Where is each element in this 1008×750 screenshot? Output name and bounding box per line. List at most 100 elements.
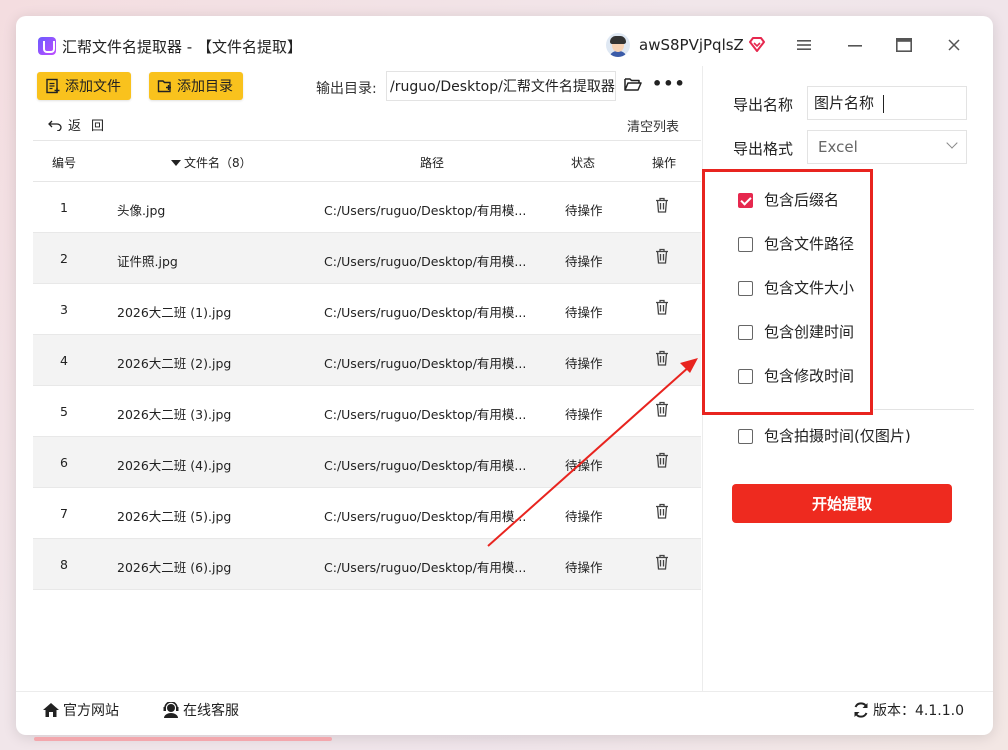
export-format-label: 导出格式 — [733, 140, 794, 158]
menu-button[interactable] — [789, 30, 819, 60]
row-status: 待操作 — [565, 407, 603, 422]
add-file-label: 添加文件 — [65, 79, 121, 95]
vip-diamond-icon[interactable] — [748, 36, 766, 54]
trash-icon — [656, 401, 668, 417]
maximize-button[interactable] — [889, 30, 919, 60]
row-status: 待操作 — [565, 356, 603, 371]
delete-row-button[interactable] — [655, 197, 669, 216]
official-website-link[interactable]: 官方网站 — [42, 700, 119, 720]
trash-icon — [656, 248, 668, 264]
home-icon — [43, 703, 59, 717]
delete-row-button[interactable] — [655, 248, 669, 267]
output-dir-field[interactable]: /ruguo/Desktop/汇帮文件名提取器 — [386, 71, 616, 101]
trash-icon — [656, 503, 668, 519]
export-format-select[interactable]: Excel — [807, 130, 967, 164]
row-number: 4 — [60, 353, 68, 368]
table-row[interactable]: 1 头像.jpg C:/Users/ruguo/Desktop/有用模... 待操作 — [33, 182, 701, 233]
add-directory-label: 添加目录 — [177, 79, 233, 95]
add-folder-icon — [157, 80, 171, 93]
export-name-input[interactable]: 图片名称 — [807, 86, 967, 120]
table-row[interactable]: 4 2026大二班 (2).jpg C:/Users/ruguo/Desktop/有… — [33, 335, 701, 386]
add-file-icon — [46, 78, 60, 94]
trash-icon — [656, 452, 668, 468]
close-button[interactable] — [939, 30, 969, 60]
options-separator — [874, 409, 974, 410]
row-status: 待操作 — [565, 509, 603, 524]
back-button[interactable]: 返回 — [48, 115, 114, 134]
support-agent-icon — [163, 702, 179, 718]
row-file-name: 证件照.jpg — [117, 254, 178, 269]
trash-icon — [656, 554, 668, 570]
table-row[interactable]: 6 2026大二班 (4).jpg C:/Users/ruguo/Desktop/有… — [33, 437, 701, 488]
delete-row-button[interactable] — [655, 299, 669, 318]
taskbar-indicator — [34, 737, 332, 741]
delete-row-button[interactable] — [655, 350, 669, 369]
add-file-button[interactable]: 添加文件 — [37, 72, 131, 100]
more-options-icon[interactable]: ••• — [652, 74, 686, 93]
app-window: 汇帮文件名提取器 - 【文件名提取】 awS8PVjPqlsZ 添加文件 添加目… — [16, 16, 993, 735]
start-extract-button[interactable]: 开始提取 — [732, 484, 952, 523]
row-number: 3 — [60, 302, 68, 317]
table-body: 1 头像.jpg C:/Users/ruguo/Desktop/有用模... 待操作 2… — [33, 182, 701, 590]
output-dir-label: 输出目录: — [316, 81, 377, 97]
row-file-path: C:/Users/ruguo/Desktop/有用模... — [324, 254, 527, 269]
row-file-name: 2026大二班 (5).jpg — [117, 509, 232, 524]
row-status: 待操作 — [565, 203, 603, 218]
header-name[interactable]: 文件名（8） — [171, 154, 252, 171]
row-file-path: C:/Users/ruguo/Desktop/有用模... — [324, 356, 527, 371]
delete-row-button[interactable] — [655, 401, 669, 420]
open-folder-icon[interactable] — [624, 77, 642, 92]
online-support-link[interactable]: 在线客服 — [162, 700, 239, 720]
trash-icon — [656, 299, 668, 315]
table-row[interactable]: 2 证件照.jpg C:/Users/ruguo/Desktop/有用模... 待操作 — [33, 233, 701, 284]
delete-row-button[interactable] — [655, 452, 669, 471]
title-bar: 汇帮文件名提取器 - 【文件名提取】 awS8PVjPqlsZ — [16, 16, 993, 72]
header-status: 状态 — [571, 156, 596, 170]
username[interactable]: awS8PVjPqlsZ — [639, 36, 744, 54]
option-label[interactable]: 包含拍摄时间(仅图片) — [764, 425, 911, 446]
minimize-icon — [848, 45, 862, 47]
sort-down-icon — [171, 160, 181, 166]
checkbox[interactable] — [738, 429, 753, 444]
row-file-name: 2026大二班 (2).jpg — [117, 356, 232, 371]
window-title: 汇帮文件名提取器 - 【文件名提取】 — [62, 38, 302, 56]
row-number: 6 — [60, 455, 68, 470]
minimize-button[interactable] — [840, 30, 870, 60]
delete-row-button[interactable] — [655, 554, 669, 573]
close-icon — [948, 39, 960, 51]
clear-list-button[interactable]: 清空列表 — [627, 116, 679, 135]
row-status: 待操作 — [565, 458, 603, 473]
row-status: 待操作 — [565, 560, 603, 575]
row-file-path: C:/Users/ruguo/Desktop/有用模... — [324, 560, 527, 575]
row-file-name: 头像.jpg — [117, 203, 166, 218]
version-info[interactable]: 版本：4.1.1.0 — [852, 700, 964, 720]
export-name-label: 导出名称 — [733, 96, 794, 114]
annotation-highlight-box — [702, 169, 873, 415]
footer-divider — [16, 691, 993, 692]
row-number: 2 — [60, 251, 68, 266]
menu-icon — [797, 40, 811, 50]
row-file-name: 2026大二班 (3).jpg — [117, 407, 232, 422]
table-row[interactable]: 7 2026大二班 (5).jpg C:/Users/ruguo/Desktop/有… — [33, 488, 701, 539]
delete-row-button[interactable] — [655, 503, 669, 522]
app-logo-icon — [38, 37, 56, 55]
trash-icon — [656, 350, 668, 366]
row-file-name: 2026大二班 (6).jpg — [117, 560, 232, 575]
row-number: 1 — [60, 200, 68, 215]
user-avatar[interactable] — [606, 33, 630, 57]
chevron-down-icon — [946, 137, 958, 149]
row-file-name: 2026大二班 (4).jpg — [117, 458, 232, 473]
table-row[interactable]: 3 2026大二班 (1).jpg C:/Users/ruguo/Desktop/有… — [33, 284, 701, 335]
back-label: 返回 — [68, 119, 115, 134]
header-op: 操作 — [652, 156, 677, 170]
row-number: 8 — [60, 557, 68, 572]
table-row[interactable]: 5 2026大二班 (3).jpg C:/Users/ruguo/Desktop/有… — [33, 386, 701, 437]
table-row[interactable]: 8 2026大二班 (6).jpg C:/Users/ruguo/Desktop/有… — [33, 539, 701, 590]
row-file-path: C:/Users/ruguo/Desktop/有用模... — [324, 509, 527, 524]
header-no: 编号 — [51, 156, 76, 170]
refresh-icon — [854, 702, 868, 718]
row-file-path: C:/Users/ruguo/Desktop/有用模... — [324, 458, 527, 473]
back-arrow-icon — [48, 120, 62, 131]
add-directory-button[interactable]: 添加目录 — [149, 72, 243, 100]
trash-icon — [656, 197, 668, 213]
